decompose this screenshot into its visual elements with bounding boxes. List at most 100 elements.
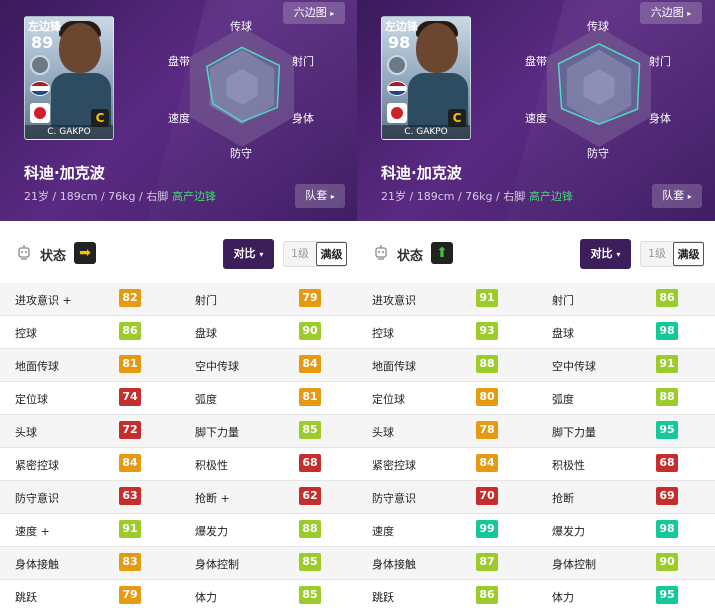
attribute-value-badge: 91 (119, 520, 141, 538)
attribute-value-badge: 62 (299, 487, 321, 505)
attribute-value-badge: 91 (656, 355, 678, 373)
player-card[interactable]: 左边锋 98 C C. GAKPO (381, 16, 471, 140)
level-toggle: 1级 满级 (640, 241, 704, 267)
attribute-row: 定位球 80 弧度 88 (357, 382, 715, 415)
team-kit-button[interactable]: 队套 ▸ (295, 184, 345, 208)
card-position: 左边锋 (385, 20, 418, 33)
attribute-name: 防守意识 (372, 492, 416, 505)
attribute-name: 身体控制 (552, 558, 596, 571)
attribute-value-badge: 68 (656, 454, 678, 472)
caret-right-icon: ▸ (330, 9, 335, 18)
compare-label: 对比 (233, 247, 256, 260)
attribute-name: 抢断 + (195, 492, 230, 505)
attribute-value-badge: 80 (476, 388, 498, 406)
attribute-value-badge: 91 (476, 289, 498, 307)
radar-label-physical: 身体 (649, 112, 671, 125)
attribute-name: 控球 (15, 327, 37, 340)
level-1-option[interactable]: 1级 (641, 242, 673, 266)
attribute-row: 身体接触 83 身体控制 85 (0, 547, 357, 580)
attribute-name: 进攻意识 + (15, 294, 72, 307)
attribute-row: 控球 93 盘球 98 (357, 316, 715, 349)
attribute-table: 进攻意识 91 射门 86 控球 93 盘球 98 地面传球 88 空中传球 91 定位球 80 弧度 88 头… (357, 283, 715, 613)
radar-label-speed: 速度 (525, 112, 547, 125)
radar-svg (190, 27, 294, 147)
card-position: 左边锋 (28, 20, 61, 33)
player-name: 科迪·加克波 (24, 164, 105, 182)
radar-inner-hexagon (583, 69, 615, 105)
player-card[interactable]: 左边锋 89 C C. GAKPO (24, 16, 114, 140)
team-kit-label: 队套 (662, 189, 685, 202)
radar-chart: 传球 射门 身体 防守 速度 盘带 (165, 15, 320, 160)
radar-label-dribbling: 盘带 (168, 55, 190, 68)
player-info: 21岁 / 189cm / 76kg / 右脚 (381, 190, 526, 203)
attribute-name: 控球 (372, 327, 394, 340)
attribute-name: 爆发力 (195, 525, 228, 538)
attribute-name: 跳跃 (372, 591, 394, 604)
attribute-name: 积极性 (195, 459, 228, 472)
level-max-option[interactable]: 满级 (673, 242, 704, 266)
attribute-value-badge: 84 (299, 355, 321, 373)
attribute-row: 速度 99 爆发力 98 (357, 514, 715, 547)
team-kit-button[interactable]: 队套 ▸ (652, 184, 702, 208)
level-1-option[interactable]: 1级 (284, 242, 316, 266)
attribute-name: 体力 (195, 591, 217, 604)
netherlands-flag-icon (30, 81, 50, 96)
level-max-option[interactable]: 满级 (316, 242, 347, 266)
attribute-name: 紧密控球 (372, 459, 416, 472)
radar-label-dribbling: 盘带 (525, 55, 547, 68)
attribute-name: 脚下力量 (552, 426, 596, 439)
radar-label-passing: 传球 (230, 20, 252, 33)
radar-label-speed: 速度 (168, 112, 190, 125)
player-portrait (59, 23, 101, 73)
attribute-name: 速度 (372, 525, 394, 538)
attribute-value-badge: 98 (656, 322, 678, 340)
hexagon-view-label: 六边图 (293, 6, 327, 19)
status-label: 状态 (40, 249, 67, 264)
league-badge-icon (387, 55, 407, 75)
attribute-value-badge: 82 (119, 289, 141, 307)
attribute-row: 防守意识 63 抢断 + 62 (0, 481, 357, 514)
radar-inner-hexagon (226, 69, 258, 105)
attribute-value-badge: 79 (299, 289, 321, 307)
attribute-name: 身体接触 (15, 558, 59, 571)
attribute-value-badge: 84 (476, 454, 498, 472)
caret-down-icon: ▾ (616, 250, 621, 259)
player-style: 高产边锋 (529, 190, 573, 203)
attribute-row: 地面传球 81 空中传球 84 (0, 349, 357, 382)
caret-right-icon: ▸ (330, 192, 335, 201)
robot-icon (375, 245, 387, 260)
hexagon-view-button[interactable]: 六边图 ▸ (283, 2, 345, 24)
player-header: 左边锋 98 C C. GAKPO 六边图 ▸ 传球 射门 身体 防守 速度 盘… (357, 0, 715, 221)
attribute-value-badge: 90 (299, 322, 321, 340)
attribute-value-badge: 90 (656, 553, 678, 571)
attribute-value-badge: 78 (476, 421, 498, 439)
attribute-name: 脚下力量 (195, 426, 239, 439)
radar-label-defending: 防守 (230, 147, 252, 160)
attribute-value-badge: 79 (119, 586, 141, 604)
attribute-name: 射门 (552, 294, 574, 307)
club-logo-icon (30, 103, 50, 123)
player-header: 左边锋 89 C C. GAKPO 六边图 ▸ 传球 射门 身体 防守 速度 盘… (0, 0, 357, 221)
attribute-row: 跳跃 79 体力 85 (0, 580, 357, 613)
radar-stat-polygon (205, 46, 281, 123)
team-kit-label: 队套 (305, 189, 328, 202)
attribute-value-badge: 81 (299, 388, 321, 406)
attribute-name: 定位球 (372, 393, 405, 406)
radar-label-defending: 防守 (587, 147, 609, 160)
attribute-name: 射门 (195, 294, 217, 307)
radar-middle-hexagon (209, 49, 275, 125)
attribute-value-badge: 87 (476, 553, 498, 571)
caret-right-icon: ▸ (687, 192, 692, 201)
attribute-name: 空中传球 (195, 360, 239, 373)
attribute-name: 紧密控球 (15, 459, 59, 472)
compare-button[interactable]: 对比 ▾ (580, 239, 631, 269)
player-panel-left: 左边锋 89 C C. GAKPO 六边图 ▸ 传球 射门 身体 防守 速度 盘… (0, 0, 357, 614)
card-rating: 98 (388, 33, 411, 52)
compare-button[interactable]: 对比 ▾ (223, 239, 274, 269)
hexagon-view-button[interactable]: 六边图 ▸ (640, 2, 702, 24)
attribute-value-badge: 88 (476, 355, 498, 373)
attribute-value-badge: 63 (119, 487, 141, 505)
attribute-value-badge: 84 (119, 454, 141, 472)
status-bar: 状态 ⬆ 对比 ▾ 1级 满级 (357, 221, 715, 283)
club-logo-icon (387, 103, 407, 123)
